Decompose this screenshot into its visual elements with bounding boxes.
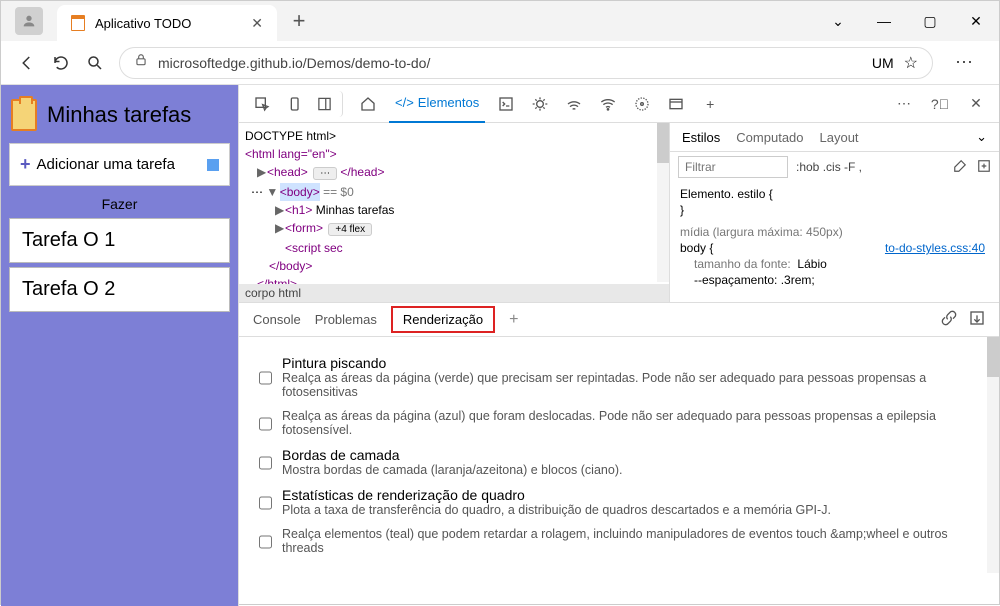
close-icon[interactable]: ✕ xyxy=(251,15,263,32)
more-icon[interactable]: ⋯ xyxy=(891,91,917,117)
plus-icon[interactable]: + xyxy=(509,311,518,329)
console-icon[interactable] xyxy=(493,91,519,117)
css-link[interactable]: to-do-styles.css:40 xyxy=(885,240,985,256)
tab-elements[interactable]: </> Elementos xyxy=(389,85,485,123)
page-viewport: Minhas tarefas + Adicionar uma tarefa Fa… xyxy=(1,85,238,606)
collapse-icon[interactable] xyxy=(969,310,985,329)
tab-console[interactable]: Console xyxy=(253,312,301,327)
address-bar: microsoftedge.github.io/Demos/demo-to-do… xyxy=(1,41,999,85)
edit-icon xyxy=(207,159,219,171)
tab-computed[interactable]: Computado xyxy=(736,130,803,145)
styles-panel: Estilos Computado Layout ⌄ :hob .cis -F … xyxy=(669,123,999,302)
plus-tab-icon[interactable]: + xyxy=(697,91,723,117)
rendering-option: Estatísticas de renderização de quadro P… xyxy=(259,487,983,517)
tab-problems[interactable]: Problemas xyxy=(315,312,377,327)
scrollbar[interactable] xyxy=(987,337,999,573)
rendering-option: Realça as áreas da página (azul) que for… xyxy=(259,409,983,437)
inspect-icon[interactable] xyxy=(249,91,275,117)
rendering-option: Pintura piscando Realça as áreas da pági… xyxy=(259,355,983,399)
brush-icon[interactable] xyxy=(953,159,967,176)
window-titlebar: Aplicativo TODO ✕ + ⌄ — ▢ ✕ xyxy=(1,1,999,41)
option-checkbox[interactable] xyxy=(259,449,272,477)
scrollbar[interactable] xyxy=(657,123,669,282)
option-checkbox[interactable] xyxy=(259,529,272,555)
breadcrumb[interactable]: corpo html xyxy=(239,284,669,302)
panel-icon[interactable] xyxy=(317,91,343,117)
devtools-drawer: Console Problemas Renderização + Pintura… xyxy=(239,303,999,606)
option-checkbox[interactable] xyxy=(259,411,272,437)
elements-tree[interactable]: DOCTYPE html> <html lang="en"> ▶<head> ⋯… xyxy=(239,123,669,302)
app-icon[interactable] xyxy=(663,91,689,117)
chevron-down-icon[interactable]: ⌄ xyxy=(815,1,861,41)
add-style-icon[interactable] xyxy=(977,159,991,176)
refresh-button[interactable] xyxy=(51,53,71,73)
filter-input[interactable] xyxy=(678,156,788,178)
code-icon: </> xyxy=(395,95,414,110)
back-button[interactable] xyxy=(17,53,37,73)
close-window-button[interactable]: ✕ xyxy=(953,1,999,41)
clipboard-icon xyxy=(71,15,85,31)
devtools-toolbar: </> Elementos + ⋯ ?⃝ ✕ xyxy=(239,85,999,123)
profile-avatar[interactable] xyxy=(15,7,43,35)
tab-title: Aplicativo TODO xyxy=(95,16,241,31)
section-label: Fazer xyxy=(9,196,230,212)
lock-icon xyxy=(134,53,148,72)
more-menu[interactable]: ⋯ xyxy=(947,52,983,73)
performance-icon[interactable] xyxy=(629,91,655,117)
plus-icon: + xyxy=(20,154,31,175)
rendering-option: Realça elementos (teal) que podem retard… xyxy=(259,527,983,555)
new-tab-button[interactable]: + xyxy=(283,8,315,34)
network-icon[interactable] xyxy=(561,91,587,117)
devtools-panel: </> Elementos + ⋯ ?⃝ ✕ DOCTYPE html> <ht… xyxy=(238,85,999,606)
link-icon[interactable] xyxy=(941,310,957,329)
bug-icon[interactable] xyxy=(527,91,553,117)
device-icon[interactable] xyxy=(283,91,309,117)
wifi-icon[interactable] xyxy=(595,91,621,117)
option-checkbox[interactable] xyxy=(259,357,272,399)
url-text: microsoftedge.github.io/Demos/demo-to-do… xyxy=(158,55,430,71)
maximize-button[interactable]: ▢ xyxy=(907,1,953,41)
favorite-icon[interactable]: ☆ xyxy=(904,53,918,73)
browser-tab[interactable]: Aplicativo TODO ✕ xyxy=(57,5,277,41)
url-input[interactable]: microsoftedge.github.io/Demos/demo-to-do… xyxy=(119,47,933,79)
chevron-down-icon[interactable]: ⌄ xyxy=(976,129,987,145)
task-item[interactable]: Tarefa O 1 xyxy=(9,218,230,263)
rendering-option: Bordas de camada Mostra bordas de camada… xyxy=(259,447,983,477)
close-devtools-icon[interactable]: ✕ xyxy=(963,91,989,117)
search-icon[interactable] xyxy=(85,53,105,73)
home-icon[interactable] xyxy=(355,91,381,117)
page-title: Minhas tarefas xyxy=(47,102,191,128)
hov-cls[interactable]: :hob .cis -F , xyxy=(796,160,862,174)
tab-styles[interactable]: Estilos xyxy=(682,130,720,145)
clipboard-icon xyxy=(11,99,37,131)
task-item[interactable]: Tarefa O 2 xyxy=(9,267,230,312)
tab-rendering[interactable]: Renderização xyxy=(391,306,495,333)
add-task-button[interactable]: + Adicionar uma tarefa xyxy=(9,143,230,186)
add-task-label: Adicionar uma tarefa xyxy=(37,156,175,173)
reading-badge[interactable]: UM xyxy=(872,55,894,71)
minimize-button[interactable]: — xyxy=(861,1,907,41)
option-checkbox[interactable] xyxy=(259,489,272,517)
help-icon[interactable]: ?⃝ xyxy=(927,91,953,117)
rendering-options: Pintura piscando Realça as áreas da pági… xyxy=(239,337,999,573)
tab-layout[interactable]: Layout xyxy=(820,130,859,145)
